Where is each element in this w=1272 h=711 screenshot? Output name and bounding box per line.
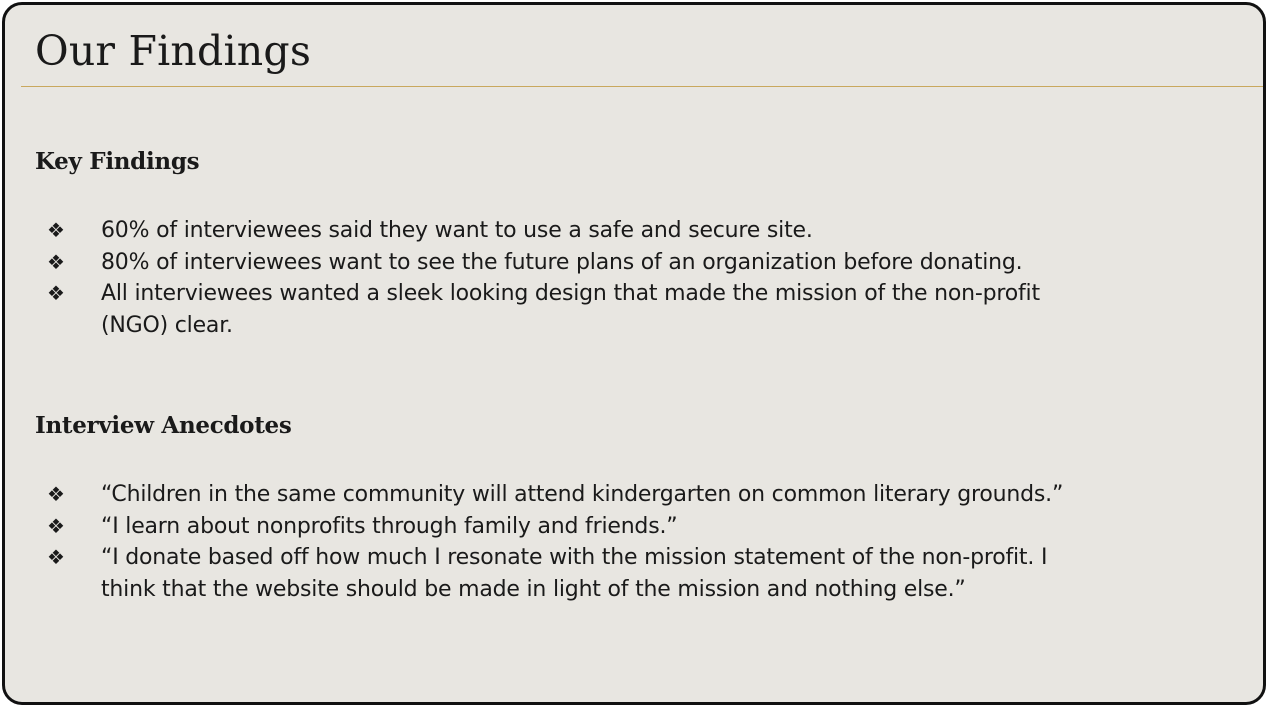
- list-item: ❖ “I donate based off how much I resonat…: [35, 542, 1075, 605]
- list-item: ❖ “Children in the same community will a…: [35, 479, 1075, 511]
- diamond-bullet-icon: ❖: [47, 482, 65, 506]
- list-item-text: “I donate based off how much I resonate …: [101, 545, 1048, 602]
- list-item-text: 80% of interviewees want to see the futu…: [101, 249, 1023, 275]
- key-findings-heading: Key Findings: [35, 148, 200, 175]
- list-item: ❖ “I learn about nonprofits through fami…: [35, 511, 1075, 543]
- title-divider: [21, 86, 1263, 87]
- list-item: ❖ 80% of interviewees want to see the fu…: [35, 247, 1075, 279]
- diamond-bullet-icon: ❖: [47, 218, 65, 242]
- list-item-text: “I learn about nonprofits through family…: [101, 513, 678, 539]
- diamond-bullet-icon: ❖: [47, 281, 65, 305]
- diamond-bullet-icon: ❖: [47, 513, 65, 538]
- slide: Our Findings Key Findings ❖ 60% of inter…: [2, 2, 1266, 705]
- key-findings-section: Key Findings ❖ 60% of interviewees said …: [35, 143, 1075, 341]
- list-item: ❖ 60% of interviewees said they want to …: [35, 215, 1075, 247]
- diamond-bullet-icon: ❖: [47, 249, 65, 274]
- interview-anecdotes-heading: Interview Anecdotes: [35, 412, 292, 439]
- list-item-text: 60% of interviewees said they want to us…: [101, 218, 813, 243]
- list-item: ❖ All interviewees wanted a sleek lookin…: [35, 278, 1075, 341]
- list-item-text: “Children in the same community will att…: [101, 482, 1064, 507]
- diamond-bullet-icon: ❖: [47, 545, 65, 569]
- interview-anecdotes-section: Interview Anecdotes ❖ “Children in the s…: [35, 407, 1075, 605]
- interview-anecdotes-list: ❖ “Children in the same community will a…: [35, 479, 1075, 605]
- list-item-text: All interviewees wanted a sleek looking …: [101, 281, 1040, 338]
- key-findings-list: ❖ 60% of interviewees said they want to …: [35, 215, 1075, 341]
- page-title: Our Findings: [35, 27, 312, 75]
